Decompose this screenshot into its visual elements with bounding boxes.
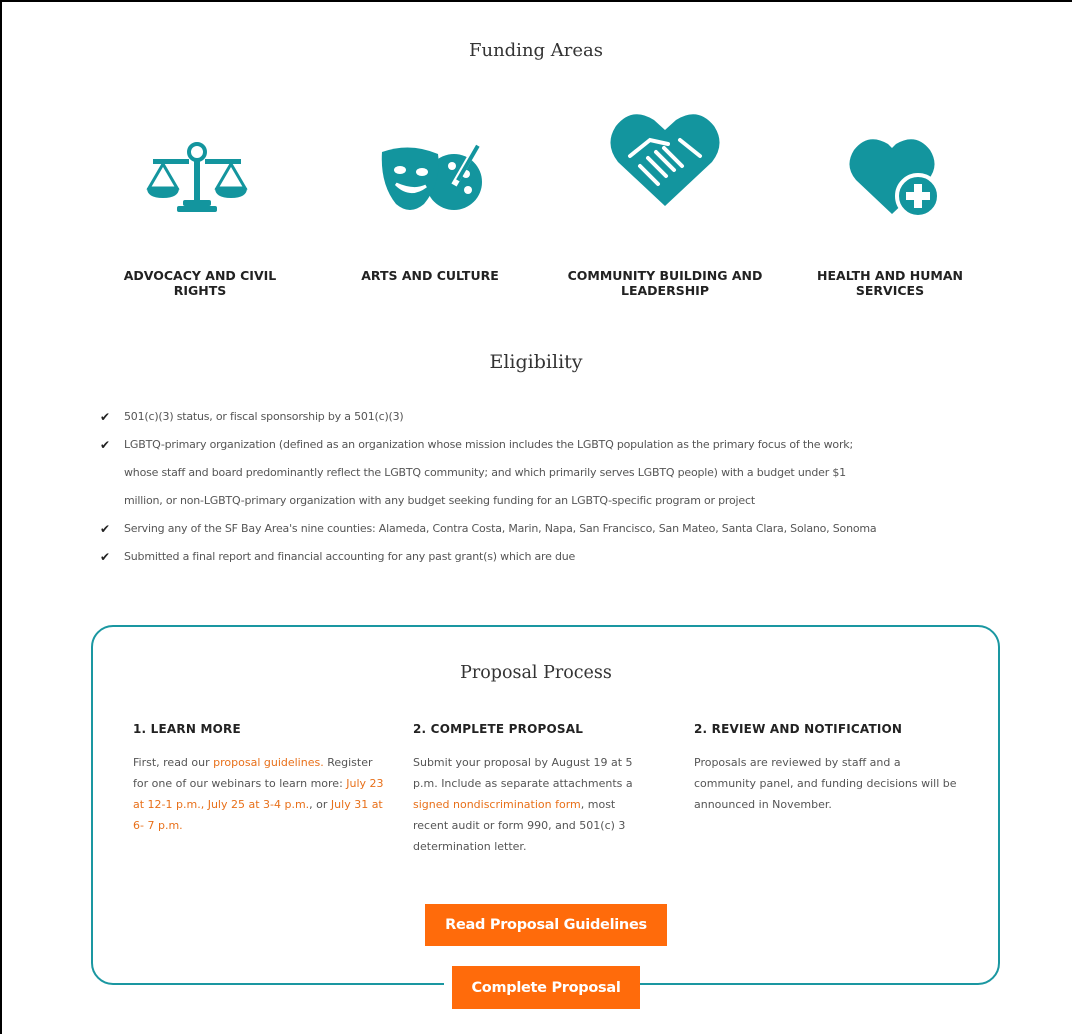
check-icon: ✔ — [100, 550, 110, 564]
check-icon: ✔ — [100, 410, 110, 424]
area-label-line2: LEADERSHIP — [621, 283, 709, 298]
proposal-guidelines-link[interactable]: proposal guidelines. — [213, 756, 324, 769]
area-label-line1: COMMUNITY BUILDING AND — [567, 268, 763, 283]
eligibility-text: Submitted a final report and financial a… — [124, 550, 576, 563]
heart-handshake-icon — [610, 114, 720, 206]
eligibility-title: Eligibility — [489, 351, 583, 373]
eligibility-text: whose staff and board predominantly refl… — [124, 466, 846, 479]
funding-area-health: HEALTH AND HUMAN SERVICES — [790, 268, 990, 298]
proposal-process-title: Proposal Process — [460, 663, 612, 683]
step-heading: 1. LEARN MORE — [133, 722, 241, 736]
step-text: Proposals are reviewed by staff and a co… — [694, 756, 957, 811]
eligibility-text: 501(c)(3) status, or fiscal sponsorship … — [124, 410, 404, 423]
eligibility-list: ✔ 501(c)(3) status, or fiscal sponsorship… — [100, 403, 1060, 571]
list-item: ✔ Submitted a final report and financial … — [100, 543, 1060, 571]
step-text-part: First, read our — [133, 756, 214, 769]
area-label-line1: ARTS AND CULTURE — [361, 268, 499, 283]
list-item-continued: whose staff and board predominantly refl… — [100, 459, 1060, 487]
area-label-line2: SERVICES — [855, 283, 925, 298]
step-learn-more: 1. LEARN MORE First, read our proposal g… — [133, 722, 388, 836]
list-item: ✔ LGBTQ-primary organization (defined as … — [100, 431, 1060, 459]
complete-proposal-button[interactable]: Complete Proposal — [452, 966, 640, 1009]
funding-areas-title: Funding Areas — [468, 40, 603, 61]
step-heading: 2. COMPLETE PROPOSAL — [413, 722, 584, 736]
step-text: Submit your proposal by August 19 at 5 p… — [413, 752, 648, 857]
step-text: First, read our proposal guidelines. Reg… — [133, 752, 388, 836]
eligibility-text: Serving any of the SF Bay Area's nine co… — [124, 522, 877, 535]
theater-masks-palette-icon — [381, 144, 482, 210]
check-icon: ✔ — [100, 438, 110, 452]
check-icon: ✔ — [100, 522, 110, 536]
step-review-notification: 2. REVIEW AND NOTIFICATION Proposals are… — [694, 722, 959, 815]
funding-area-community: COMMUNITY BUILDING AND LEADERSHIP — [540, 268, 790, 298]
list-item-continued: million, or non-LGBTQ-primary organizati… — [100, 487, 1060, 515]
nondiscrimination-form-link[interactable]: signed nondiscrimination form — [413, 798, 581, 811]
scales-icon — [146, 142, 248, 212]
step-heading: 2. REVIEW AND NOTIFICATION — [694, 722, 903, 736]
funding-area-advocacy: ADVOCACY AND CIVIL RIGHTS — [100, 268, 300, 298]
area-label-line1: ADVOCACY AND CIVIL — [123, 268, 277, 283]
read-proposal-guidelines-button[interactable]: Read Proposal Guidelines — [425, 904, 667, 946]
area-label-line1: HEALTH AND HUMAN — [817, 268, 963, 283]
funding-area-arts: ARTS AND CULTURE — [330, 268, 530, 283]
step-text-part: , or — [309, 798, 331, 811]
area-label-line2: RIGHTS — [173, 283, 227, 298]
list-item: ✔ 501(c)(3) status, or fiscal sponsorship… — [100, 403, 1060, 431]
step-text-part: Submit your proposal by August 19 at 5 p… — [413, 756, 633, 790]
heart-plus-icon — [849, 139, 941, 218]
eligibility-text: million, or non-LGBTQ-primary organizati… — [124, 494, 755, 507]
step-complete-proposal: 2. COMPLETE PROPOSAL Submit your proposa… — [413, 722, 648, 857]
eligibility-text: LGBTQ-primary organization (defined as a… — [124, 438, 853, 451]
list-item: ✔ Serving any of the SF Bay Area's nine c… — [100, 515, 1060, 543]
